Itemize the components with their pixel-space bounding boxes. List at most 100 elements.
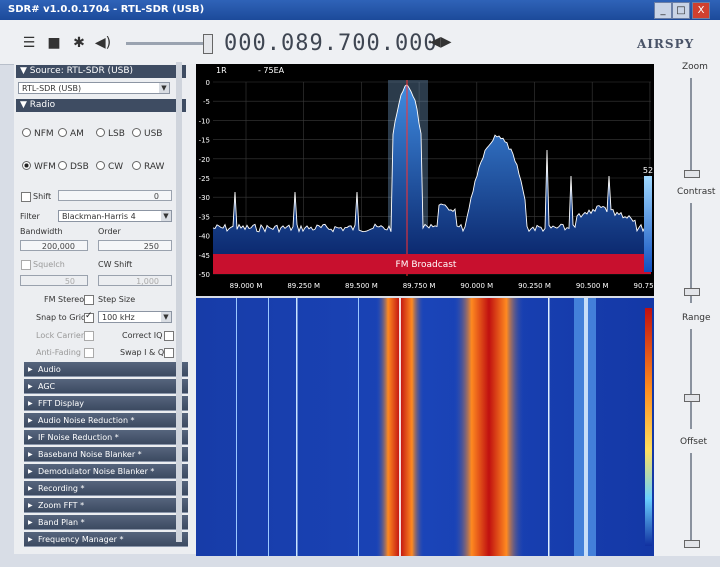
window-title: SDR# v1.0.0.1704 - RTL-SDR (USB) bbox=[8, 4, 205, 15]
panel-frequency-manager[interactable]: Frequency Manager * bbox=[24, 532, 188, 547]
left-panel: ▼ Source: RTL-SDR (USB) RTL-SDR (USB) ▼ ▼… bbox=[14, 64, 196, 554]
toolbar: ☰ ■ ✱ ◀) 000.089.700.000 ◀▶ AIRSPY bbox=[0, 20, 720, 65]
mode-cw-radio[interactable]: CW bbox=[96, 161, 123, 172]
y-tick-label: -35 bbox=[199, 213, 210, 221]
order-stepper[interactable]: 250 bbox=[98, 240, 172, 251]
radio-dot bbox=[22, 161, 31, 170]
zoom-slider-thumb[interactable] bbox=[684, 170, 700, 178]
chevron-down-icon: ▼ bbox=[161, 211, 171, 221]
airspy-logo: AIRSPY bbox=[637, 37, 695, 51]
panel-demodulator-noise-blanker[interactable]: Demodulator Noise Blanker * bbox=[24, 464, 188, 479]
shift-stepper[interactable]: 0 bbox=[58, 190, 172, 201]
y-tick-label: -40 bbox=[199, 233, 210, 241]
panel-audio-noise-reduction[interactable]: Audio Noise Reduction * bbox=[24, 413, 188, 428]
panel-agc[interactable]: AGC bbox=[24, 379, 188, 394]
panel-zoom-fft[interactable]: Zoom FFT * bbox=[24, 498, 188, 513]
mode-dsb-radio[interactable]: DSB bbox=[58, 161, 89, 172]
left-panel-scrollbar[interactable] bbox=[176, 62, 182, 542]
mode-label: NFM bbox=[34, 129, 54, 139]
stop-icon[interactable]: ■ bbox=[45, 35, 63, 51]
filter-select[interactable]: Blackman-Harris 4 ▼ bbox=[58, 210, 172, 222]
filter-value: Blackman-Harris 4 bbox=[62, 212, 136, 221]
snap-to-grid-checkbox[interactable] bbox=[84, 311, 94, 323]
y-tick-label: -10 bbox=[199, 117, 210, 125]
y-tick-label: 0 bbox=[206, 79, 210, 87]
gear-icon[interactable]: ✱ bbox=[70, 35, 88, 51]
spectrum-fill bbox=[213, 84, 651, 254]
radio-dot bbox=[96, 161, 105, 170]
x-tick-label: 89.500 M bbox=[345, 282, 378, 290]
panel-band-plan[interactable]: Band Plan * bbox=[24, 515, 188, 530]
squelch-stepper[interactable]: 50 bbox=[20, 275, 88, 286]
waterfall-signal-adjacent bbox=[454, 298, 524, 556]
lock-carrier-checkbox[interactable] bbox=[84, 331, 94, 341]
range-slider-thumb[interactable] bbox=[684, 394, 700, 402]
spectrum-y-ticks: 0 -5 -10 -15 -20 -25 -30 -35 -40 -45 -50 bbox=[199, 79, 210, 279]
menu-icon[interactable]: ☰ bbox=[20, 35, 38, 51]
maximize-button[interactable]: □ bbox=[672, 2, 690, 19]
volume-slider-track[interactable] bbox=[126, 42, 206, 45]
mode-usb-radio[interactable]: USB bbox=[132, 128, 162, 139]
mode-label: LSB bbox=[108, 129, 125, 139]
minimize-button[interactable]: _ bbox=[654, 2, 672, 19]
order-label: Order bbox=[98, 227, 121, 236]
spectrum-analyzer[interactable]: FM Broadcast 1R - 75EA 0 -5 -10 -15 -20 -25 -3… bbox=[196, 64, 667, 296]
fm-stereo-checkbox[interactable] bbox=[84, 295, 94, 305]
swap-iq-label: Swap I & Q bbox=[120, 348, 165, 357]
y-tick-label: -25 bbox=[199, 175, 210, 183]
frequency-display[interactable]: 000.089.700.000 bbox=[224, 31, 438, 56]
x-tick-label: 89.000 M bbox=[230, 282, 263, 290]
mode-am-radio[interactable]: AM bbox=[58, 128, 84, 139]
mode-lsb-radio[interactable]: LSB bbox=[96, 128, 125, 139]
spectrum-svg: FM Broadcast 1R - 75EA 0 -5 -10 -15 -20 -25 -3… bbox=[199, 66, 667, 290]
chevron-down-icon: ▼ bbox=[159, 83, 169, 93]
waterfall-color-scale bbox=[645, 308, 652, 546]
radio-header[interactable]: ▼ Radio bbox=[16, 99, 186, 112]
squelch-label: Squelch bbox=[33, 260, 65, 269]
lock-carrier-label: Lock Carrier bbox=[36, 331, 85, 340]
radio-dot bbox=[58, 161, 67, 170]
contrast-label: Contrast bbox=[677, 187, 716, 197]
correct-iq-checkbox[interactable] bbox=[164, 331, 174, 341]
band-plan-label: FM Broadcast bbox=[396, 260, 457, 270]
range-slider-track[interactable] bbox=[690, 329, 692, 429]
x-tick-label: 90.000 M bbox=[460, 282, 493, 290]
source-device-select[interactable]: RTL-SDR (USB) ▼ bbox=[18, 82, 170, 94]
shift-checkbox[interactable] bbox=[21, 192, 31, 202]
zoom-slider-track[interactable] bbox=[690, 78, 692, 178]
close-button[interactable]: X bbox=[692, 2, 710, 19]
waterfall-carrier-line bbox=[358, 298, 359, 556]
waterfall-carrier-line bbox=[268, 298, 269, 556]
mode-nfm-radio[interactable]: NFM bbox=[22, 128, 54, 139]
frequency-step-arrows[interactable]: ◀▶ bbox=[430, 34, 452, 50]
bandwidth-stepper[interactable]: 200,000 bbox=[20, 240, 88, 251]
bandwidth-label: Bandwidth bbox=[20, 227, 63, 236]
speaker-icon[interactable]: ◀) bbox=[94, 35, 112, 51]
panel-fft-display[interactable]: FFT Display bbox=[24, 396, 188, 411]
volume-slider-thumb[interactable] bbox=[203, 34, 213, 54]
offset-slider-thumb[interactable] bbox=[684, 540, 700, 548]
swap-iq-checkbox[interactable] bbox=[164, 348, 174, 358]
contrast-slider-thumb[interactable] bbox=[684, 288, 700, 296]
panel-audio[interactable]: Audio bbox=[24, 362, 188, 377]
squelch-checkbox[interactable] bbox=[21, 260, 31, 270]
step-size-select[interactable]: 100 kHz ▼ bbox=[98, 311, 172, 323]
step-size-value: 100 kHz bbox=[102, 313, 135, 322]
filter-label: Filter bbox=[20, 212, 40, 221]
radio-header-label: Radio bbox=[29, 100, 56, 110]
radio-dot bbox=[132, 128, 141, 137]
source-header[interactable]: ▼ Source: RTL-SDR (USB) bbox=[16, 65, 186, 78]
panel-baseband-noise-blanker[interactable]: Baseband Noise Blanker * bbox=[24, 447, 188, 462]
range-label: Range bbox=[682, 313, 711, 323]
anti-fading-checkbox[interactable] bbox=[84, 348, 94, 358]
radio-dot bbox=[58, 128, 67, 137]
level-meter-bar bbox=[644, 176, 652, 272]
offset-slider-track[interactable] bbox=[690, 453, 692, 548]
mode-raw-radio[interactable]: RAW bbox=[132, 161, 164, 172]
waterfall-display[interactable] bbox=[196, 298, 654, 556]
panel-if-noise-reduction[interactable]: IF Noise Reduction * bbox=[24, 430, 188, 445]
mode-wfm-radio[interactable]: WFM bbox=[22, 161, 56, 172]
panel-recording[interactable]: Recording * bbox=[24, 481, 188, 496]
chevron-down-icon: ▼ bbox=[161, 312, 171, 322]
cw-shift-stepper[interactable]: 1,000 bbox=[98, 275, 172, 286]
